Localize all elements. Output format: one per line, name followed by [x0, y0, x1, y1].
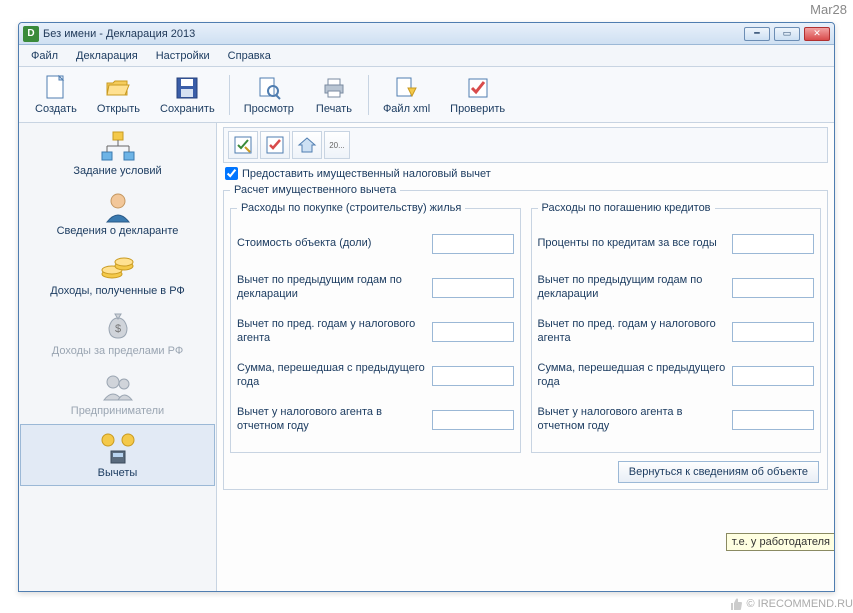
save-button[interactable]: Сохранить	[150, 73, 225, 117]
create-button[interactable]: Создать	[25, 73, 87, 117]
check-button[interactable]: Проверить	[440, 73, 515, 117]
sidebar-label: Задание условий	[73, 165, 161, 177]
right-col-legend: Расходы по погашению кредитов	[538, 202, 715, 214]
carried-over-sum-input[interactable]	[432, 366, 514, 386]
field-label: Сумма, перешедшая с предыдущего года	[237, 362, 432, 390]
menu-help[interactable]: Справка	[220, 47, 279, 65]
field-label: Вычет по предыдущим годам по декларации	[237, 274, 432, 302]
coins-icon	[96, 249, 140, 285]
minimize-button[interactable]: ━	[744, 27, 770, 41]
xml-file-icon	[394, 75, 420, 101]
sub-btn-home[interactable]	[292, 131, 322, 159]
credit-agent-current-input[interactable]	[732, 410, 814, 430]
toolbar-separator	[368, 75, 369, 115]
watermark-top: Mar28	[810, 2, 847, 17]
xml-label: Файл xml	[383, 103, 430, 115]
sidebar-item-deductions[interactable]: Вычеты	[20, 424, 215, 486]
checkbox-label: Предоставить имущественный налоговый выч…	[242, 168, 491, 180]
sidebar-label: Предприниматели	[71, 405, 164, 417]
save-label: Сохранить	[160, 103, 215, 115]
agent-current-year-input[interactable]	[432, 410, 514, 430]
sub-btn-check[interactable]	[228, 131, 258, 159]
menu-declaration[interactable]: Декларация	[68, 47, 146, 65]
field-label: Вычет по пред. годам у налогового агента	[538, 318, 733, 346]
left-col-legend: Расходы по покупке (строительству) жилья	[237, 202, 465, 214]
person-icon	[96, 189, 140, 225]
menu-file[interactable]: Файл	[23, 47, 66, 65]
content-area: 20... Предоставить имущественный налогов…	[217, 123, 834, 591]
sidebar-item-entrepreneurs: Предприниматели	[19, 363, 216, 423]
preview-button[interactable]: Просмотр	[234, 73, 304, 117]
sidebar-item-declarant[interactable]: Сведения о декларанте	[19, 183, 216, 243]
svg-text:$: $	[114, 323, 120, 335]
sidebar-item-income-abroad: $ Доходы за пределами РФ	[19, 303, 216, 363]
back-to-object-button[interactable]: Вернуться к сведениям об объекте	[618, 461, 819, 483]
preview-label: Просмотр	[244, 103, 294, 115]
folder-open-icon	[105, 75, 131, 101]
check-label: Проверить	[450, 103, 505, 115]
people-icon	[96, 369, 140, 405]
window-title: Без имени - Декларация 2013	[43, 28, 744, 40]
credit-prev-deduction-input[interactable]	[732, 278, 814, 298]
check-icon	[465, 75, 491, 101]
prev-years-agent-input[interactable]	[432, 322, 514, 342]
open-label: Открыть	[97, 103, 140, 115]
print-label: Печать	[316, 103, 352, 115]
money-bag-icon: $	[96, 309, 140, 345]
watermark-bottom: © IRECOMMEND.RU	[729, 597, 853, 611]
thumbs-up-icon	[729, 597, 743, 611]
save-icon	[174, 75, 200, 101]
open-button[interactable]: Открыть	[87, 73, 150, 117]
sub-toolbar: 20...	[223, 127, 828, 163]
credit-carried-sum-input[interactable]	[732, 366, 814, 386]
prev-years-deduction-input[interactable]	[432, 278, 514, 298]
flowchart-icon	[96, 129, 140, 165]
magnifier-icon	[256, 75, 282, 101]
close-button[interactable]: ✕	[804, 27, 830, 41]
menubar: Файл Декларация Настройки Справка	[19, 45, 834, 67]
tooltip: т.е. у работодателя	[726, 533, 834, 551]
object-cost-input[interactable]	[432, 234, 514, 254]
fieldset-legend: Расчет имущественного вычета	[230, 184, 400, 196]
sidebar: Задание условий Сведения о декларанте До…	[19, 123, 217, 591]
sub-btn-year[interactable]: 20...	[324, 131, 350, 159]
printer-icon	[321, 75, 347, 101]
sidebar-label: Вычеты	[98, 467, 138, 479]
sub-btn-redcheck[interactable]	[260, 131, 290, 159]
titlebar: D Без имени - Декларация 2013 ━ ▭ ✕	[19, 23, 834, 45]
app-window: D Без имени - Декларация 2013 ━ ▭ ✕ Файл…	[18, 22, 835, 592]
create-label: Создать	[35, 103, 77, 115]
xml-button[interactable]: Файл xml	[373, 73, 440, 117]
menu-settings[interactable]: Настройки	[148, 47, 218, 65]
credit-prev-agent-input[interactable]	[732, 322, 814, 342]
app-icon: D	[23, 26, 39, 42]
field-label: Стоимость объекта (доли)	[237, 237, 432, 251]
field-label: Вычет у налогового агента в отчетном год…	[237, 406, 432, 434]
field-label: Сумма, перешедшая с предыдущего года	[538, 362, 733, 390]
sidebar-item-conditions[interactable]: Задание условий	[19, 123, 216, 183]
field-label: Проценты по кредитам за все годы	[538, 237, 733, 251]
print-button[interactable]: Печать	[304, 73, 364, 117]
calculation-fieldset: Расчет имущественного вычета Расходы по …	[223, 184, 828, 490]
new-file-icon	[43, 75, 69, 101]
sidebar-item-income-rf[interactable]: Доходы, полученные в РФ	[19, 243, 216, 303]
toolbar-separator	[229, 75, 230, 115]
field-label: Вычет у налогового агента в отчетном год…	[538, 406, 733, 434]
left-column-fieldset: Расходы по покупке (строительству) жилья…	[230, 202, 521, 453]
toolbar: Создать Открыть Сохранить Просмотр Печат…	[19, 67, 834, 123]
right-column-fieldset: Расходы по погашению кредитов Проценты п…	[531, 202, 822, 453]
deductions-icon	[96, 431, 140, 467]
field-label: Вычет по предыдущим годам по декларации	[538, 274, 733, 302]
credit-interest-input[interactable]	[732, 234, 814, 254]
provide-deduction-checkbox[interactable]	[225, 167, 238, 180]
field-label: Вычет по пред. годам у налогового агента	[237, 318, 432, 346]
sidebar-label: Сведения о декларанте	[57, 225, 179, 237]
sidebar-label: Доходы за пределами РФ	[52, 345, 183, 357]
maximize-button[interactable]: ▭	[774, 27, 800, 41]
sidebar-label: Доходы, полученные в РФ	[50, 285, 185, 297]
